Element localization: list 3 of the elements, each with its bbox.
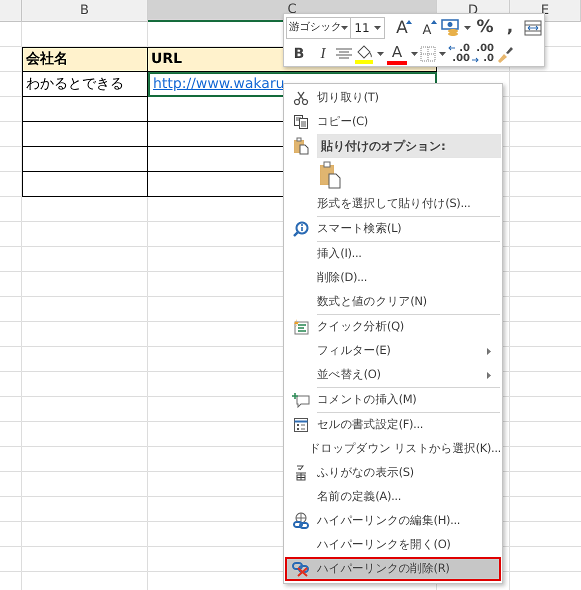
table-header-cell: 会社名 (22, 47, 148, 72)
table-cell: わかるとできる (22, 72, 148, 97)
menu-section-header: 貼り付けのオプション: (317, 134, 501, 158)
